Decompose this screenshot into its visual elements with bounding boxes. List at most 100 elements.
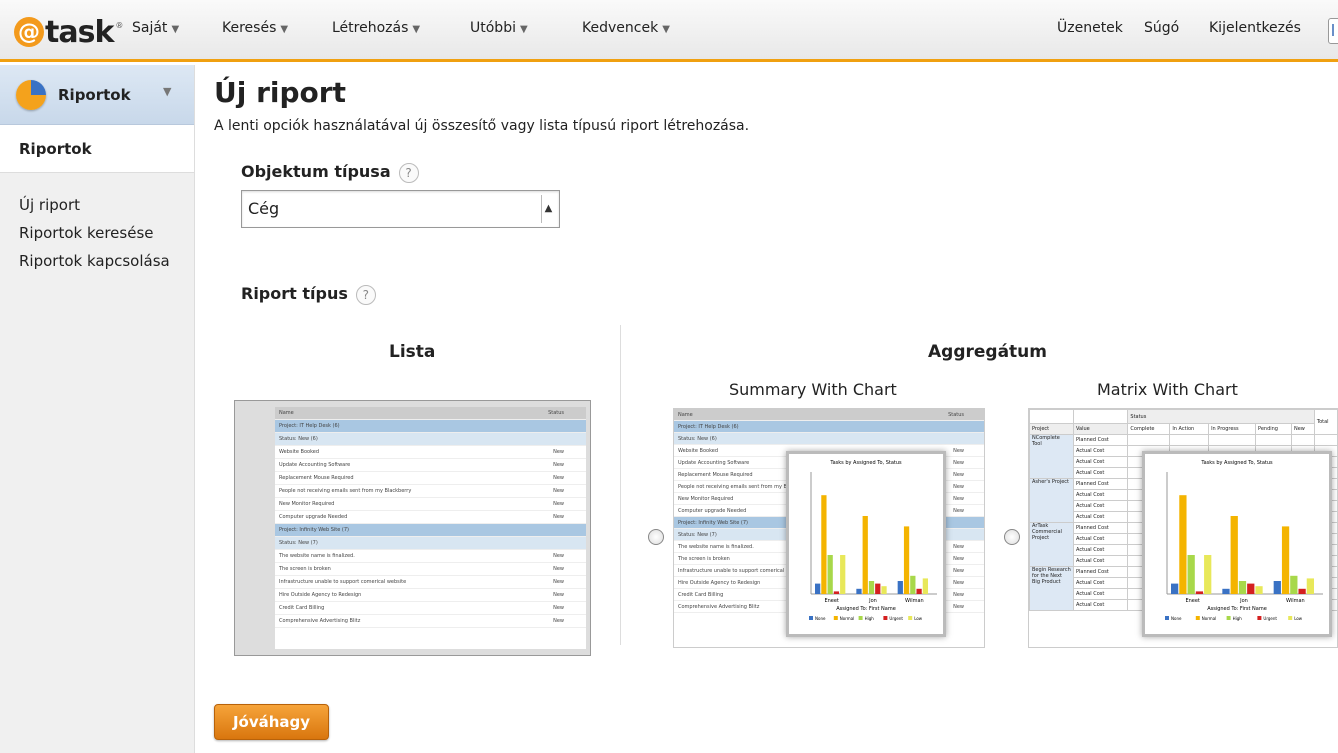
summary-chart-preview: Tasks by Assigned To, Status Eneet Jon Wilm… — [786, 451, 946, 637]
legend-label: Urgent — [1263, 616, 1277, 621]
chart-bar — [862, 516, 868, 594]
chart-bar — [881, 586, 887, 594]
preview-row: Infrastructure unable to support comeric… — [275, 576, 586, 589]
preview-row: The screen is broken New — [275, 563, 586, 576]
chart-bar — [1230, 516, 1238, 594]
preview-row: Name Status — [674, 409, 984, 421]
legend-label: None — [1171, 616, 1182, 621]
preview-row: The website name is finalized. New — [275, 550, 586, 563]
calendar-icon[interactable] — [1328, 18, 1338, 44]
chart-bar — [1179, 495, 1187, 594]
report-type-matrix-radio[interactable] — [1004, 529, 1020, 545]
chart-bar — [875, 583, 881, 594]
chart-x-label: Assigned To: First Name — [836, 606, 896, 612]
sidebar-item-search-reports[interactable]: Riportok keresése — [19, 219, 194, 247]
legend-label: None — [815, 616, 826, 621]
chart-title: Tasks by Assigned To, Status — [1200, 460, 1273, 466]
chart-bar — [1298, 588, 1306, 594]
chart-title: Tasks by Assigned To, Status — [829, 460, 902, 466]
aggregate-heading: Aggregátum — [928, 342, 1047, 362]
bar-chart-preview: Tasks by Assigned To, Status Eneet Jon Wilm… — [1165, 460, 1323, 621]
help-icon[interactable]: ? — [398, 162, 419, 183]
preview-row: Status: New (7) — [275, 537, 586, 550]
legend-swatch — [1257, 616, 1262, 620]
chart-bar — [897, 581, 903, 594]
chevron-down-icon: ▲ — [541, 195, 555, 223]
chart-bar — [833, 591, 840, 594]
page-title: Új riport — [214, 76, 346, 109]
object-type-select[interactable]: Cég ▲ — [241, 190, 560, 228]
nav-menu-kereses[interactable]: Keresés ▼ — [222, 20, 288, 36]
logo-text: task — [45, 14, 114, 50]
legend-swatch — [1288, 616, 1293, 620]
chart-bar — [1273, 581, 1281, 594]
chart-bar — [910, 575, 916, 594]
chart-bar — [1187, 555, 1195, 594]
legend-swatch — [883, 616, 888, 620]
nav-menu-sajat[interactable]: Saját ▼ — [132, 20, 179, 36]
chart-bar — [827, 555, 833, 594]
chart-bar — [1281, 526, 1290, 594]
chart-category-label: Jon — [868, 598, 877, 604]
chart-bar — [856, 588, 862, 594]
legend-label: Low — [1294, 616, 1303, 621]
help-icon[interactable]: ? — [355, 284, 376, 305]
legend-label: Normal — [840, 616, 854, 621]
legend-swatch — [1165, 616, 1169, 620]
chart-bar — [1290, 575, 1298, 594]
summary-report-preview[interactable]: Name Status Project: IT Help Desk (6) Statu… — [673, 408, 985, 648]
chart-bar — [916, 588, 922, 594]
matrix-chart-preview: Tasks by Assigned To, Status Eneet Jon Wilm… — [1142, 451, 1332, 637]
preview-row: Status: New (6) — [674, 433, 984, 445]
legend-swatch — [833, 616, 838, 620]
top-navigation-bar: @ task ® Saját ▼ Keresés ▼ Létrehozás ▼ Utó… — [0, 0, 1338, 62]
chart-bar — [1238, 581, 1247, 594]
page-subtitle: A lenti opciók használatával új összesít… — [214, 118, 750, 134]
object-type-label: Objektum típusa? — [241, 162, 419, 183]
submit-button[interactable]: Jóváhagy — [214, 704, 329, 740]
legend-swatch — [858, 616, 863, 620]
sidebar-item-new-report[interactable]: Új riport — [19, 191, 194, 219]
preview-row: Hire Outside Agency to Redesign New — [275, 589, 586, 602]
list-report-preview[interactable]: Name Status Project: IT Help Desk (6) Statu… — [234, 400, 591, 656]
report-type-summary-radio[interactable] — [648, 529, 664, 545]
preview-row: New Monitor Required New — [275, 498, 586, 511]
preview-row: Project: IT Help Desk (6) — [275, 420, 586, 433]
legend-label: Urgent — [889, 616, 903, 621]
help-link[interactable]: Súgó — [1144, 20, 1179, 36]
chart-category-label: Eneet — [1185, 598, 1199, 604]
nav-menu-letrehozas[interactable]: Létrehozás ▼ — [332, 20, 420, 36]
sidebar-module-label: Riportok — [58, 85, 131, 104]
preview-row: Credit Card Billing New — [275, 602, 586, 615]
sidebar-section-title[interactable]: Riportok — [0, 125, 194, 173]
chart-bar — [840, 555, 846, 594]
chart-bar — [1222, 588, 1230, 594]
chart-bar — [1204, 555, 1212, 594]
chart-bar — [815, 583, 821, 594]
legend-label: High — [865, 616, 875, 621]
nav-menu-kedvencek[interactable]: Kedvencek ▼ — [582, 20, 670, 36]
column-divider — [620, 325, 621, 645]
preview-row: Project: IT Help Desk (6) — [674, 421, 984, 433]
legend-label: Low — [914, 616, 923, 621]
messages-link[interactable]: Üzenetek — [1057, 20, 1123, 36]
sidebar: Riportok Riportok Új riport Riportok ker… — [0, 65, 195, 753]
logout-link[interactable]: Kijelentkezés — [1209, 20, 1301, 36]
matrix-report-preview[interactable]: Status Total Project Value Complete In Action… — [1028, 408, 1338, 648]
chart-category-label: Eneet — [824, 598, 838, 604]
app-logo[interactable]: @ task ® — [14, 14, 123, 50]
chart-x-label: Assigned To: First Name — [1207, 606, 1267, 612]
chevron-down-icon[interactable]: ▼ — [163, 85, 171, 98]
chart-bar — [1255, 586, 1263, 594]
chevron-down-icon: ▼ — [519, 24, 528, 35]
nav-menu-utobbi[interactable]: Utóbbi ▼ — [470, 20, 528, 36]
legend-swatch — [908, 616, 913, 620]
preview-row: Name Status — [275, 407, 586, 420]
sidebar-item-link-reports[interactable]: Riportok kapcsolása — [19, 247, 194, 275]
chart-category-label: Wilman — [1286, 598, 1305, 604]
preview-row: Comprehensive Advertising Blitz New — [275, 615, 586, 628]
legend-swatch — [809, 616, 813, 620]
chevron-down-icon: ▼ — [412, 24, 421, 35]
chart-bar — [821, 495, 827, 594]
chevron-down-icon: ▼ — [662, 24, 670, 35]
